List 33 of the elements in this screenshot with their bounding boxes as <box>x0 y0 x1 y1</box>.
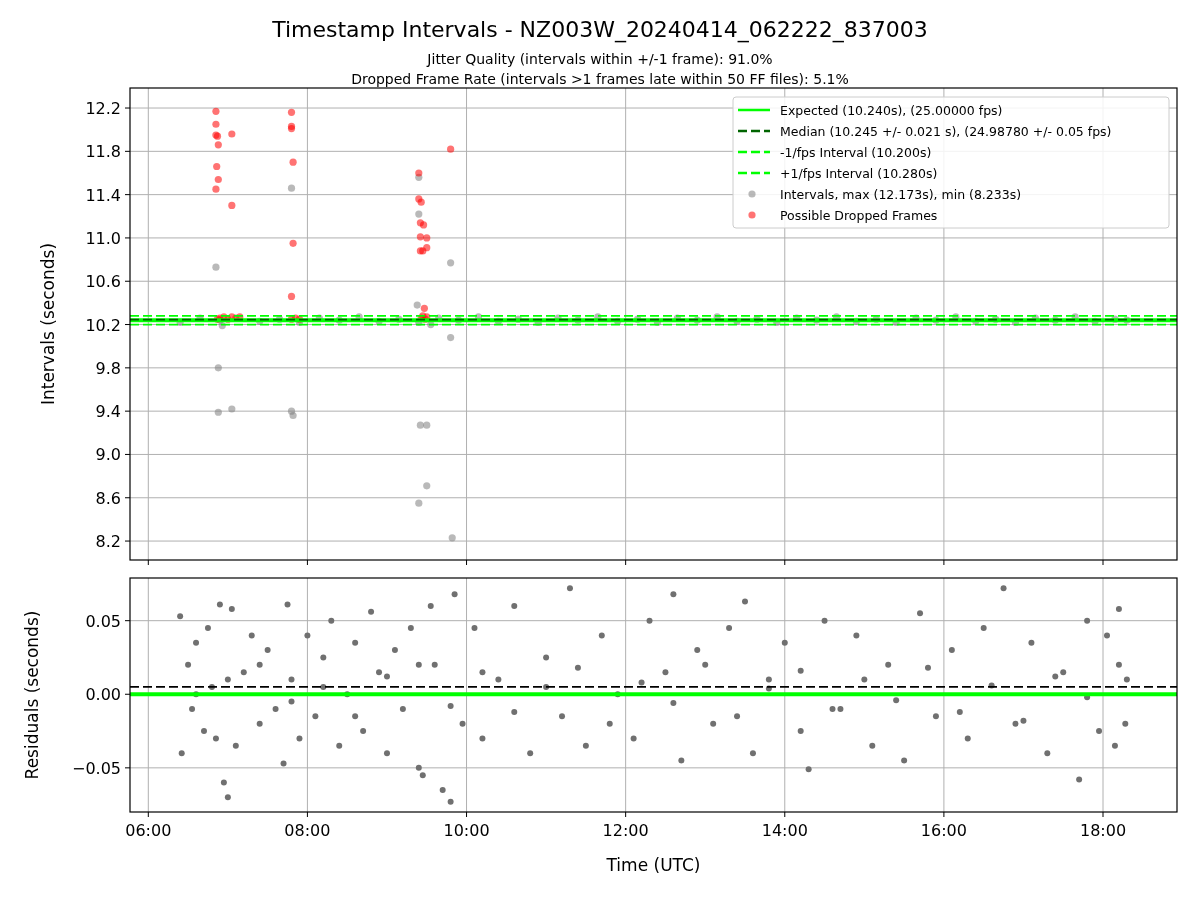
axis-tick-label: 14:00 <box>761 821 808 840</box>
legend-label: Possible Dropped Frames <box>780 207 938 223</box>
axis-tick-label: 08:00 <box>284 821 331 840</box>
axis-tick-label: 8.6 <box>95 488 121 508</box>
axis-tick-label: 12:00 <box>602 821 649 840</box>
axis-tick-label: 06:00 <box>125 821 172 840</box>
y-axis-label: Residuals (seconds) <box>22 610 42 780</box>
axis-tick-label: −0.05 <box>71 758 121 778</box>
axis-tick-label: 11.4 <box>85 185 121 205</box>
y-axis-label: Intervals (seconds) <box>38 242 58 406</box>
legend-label: -1/fps Interval (10.200s) <box>780 144 932 160</box>
axis-tick-label: 16:00 <box>920 821 967 840</box>
axis-tick-label: 0.00 <box>85 685 121 705</box>
chart-title: Timestamp Intervals - NZ003W_20240414_062222_837003 <box>272 17 928 42</box>
x-axis-label: Time (UTC) <box>606 855 701 875</box>
axis-tick-label: 18:00 <box>1079 821 1127 840</box>
legend-label: Intervals, max (12.173s), min (8.233s) <box>780 186 1022 202</box>
legend-label: +1/fps Interval (10.280s) <box>780 165 938 181</box>
axis-tick-label: 12.2 <box>85 99 121 119</box>
chart-subtitle: Dropped Frame Rate (intervals >1 frames late within 50 FF files): 5.1% <box>351 71 849 87</box>
axis-tick-label: 8.2 <box>95 532 121 552</box>
legend-label: Median (10.245 +/- 0.021 s), (24.98780 +/- 0.05 fps) <box>780 123 1112 139</box>
chart-subtitle: Jitter Quality (intervals within +/-1 frame): 91.0% <box>427 51 773 67</box>
axis-tick-label: 0.05 <box>85 611 121 631</box>
axis-tick-label: 10.6 <box>85 272 121 292</box>
legend-label: Expected (10.240s), (25.00000 fps) <box>780 102 1003 118</box>
axis-tick-label: 10:00 <box>443 821 490 840</box>
axis-tick-label: 9.0 <box>95 445 121 465</box>
axis-tick-label: 11.8 <box>85 142 121 162</box>
axis-tick-label: 9.8 <box>95 358 121 378</box>
axis-tick-label: 10.2 <box>85 315 121 335</box>
axis-tick-label: 9.4 <box>95 402 121 422</box>
axis-tick-label: 11.0 <box>85 228 121 248</box>
